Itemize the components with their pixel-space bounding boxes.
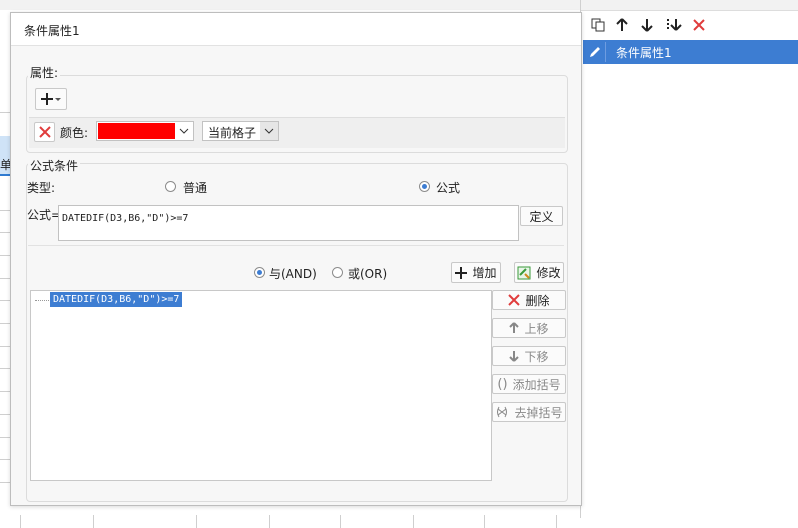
and-radio[interactable]: [254, 267, 265, 278]
delete-icon[interactable]: [690, 16, 708, 34]
delete-condition-button[interactable]: 删除: [492, 290, 566, 310]
bracket-icon: (): [497, 376, 508, 392]
type-label: 类型:: [27, 181, 56, 195]
remove-bracket-button[interactable]: 去掉括号: [492, 402, 566, 422]
condition-list-item-text: DATEDIF(D3,B6,"D")>=7: [53, 294, 180, 305]
type-formula-radio[interactable]: [419, 181, 430, 192]
condition-panel: 条件属性1: [580, 0, 798, 518]
remove-bracket-icon: [497, 406, 508, 418]
move-down-label: 下移: [524, 349, 549, 364]
arrow-down-icon[interactable]: [638, 16, 656, 34]
arrow-up-icon: [509, 322, 520, 333]
tree-connector: [35, 300, 49, 302]
scope-select-value: 当前格子: [208, 126, 257, 140]
dialog-title-bar: 条件属性1: [11, 13, 581, 46]
add-condition-label: 增加: [472, 266, 497, 280]
type-normal-radio[interactable]: [165, 181, 176, 192]
chevron-down-icon: [175, 122, 193, 140]
plus-icon: [455, 266, 468, 279]
formula-input-value: DATEDIF(D3,B6,"D")>=7: [62, 213, 189, 224]
add-bracket-label: 添加括号: [512, 377, 561, 392]
chevron-down-icon: [260, 122, 278, 140]
pencil-icon: [585, 42, 606, 62]
type-normal-label: 普通: [183, 181, 208, 195]
type-formula-label: 公式: [436, 181, 461, 195]
move-up-label: 上移: [524, 321, 549, 336]
edit-refresh-icon: [517, 266, 531, 279]
divider: [28, 245, 564, 246]
move-to-bottom-icon[interactable]: [665, 16, 683, 34]
formula-label: 公式=: [27, 208, 62, 222]
delete-condition-label: 删除: [525, 293, 550, 308]
condition-item-label: 条件属性1: [616, 46, 672, 60]
move-up-button[interactable]: 上移: [492, 318, 566, 338]
arrow-up-icon[interactable]: [613, 16, 631, 34]
dialog-title: 条件属性1: [24, 24, 80, 38]
attribute-group-label: 属性:: [28, 64, 61, 81]
scope-select[interactable]: 当前格子: [202, 121, 279, 141]
define-button-label: 定义: [529, 209, 554, 224]
condition-toolbar: [581, 12, 798, 38]
condition-list-item[interactable]: DATEDIF(D3,B6,"D")>=7: [50, 292, 183, 307]
condition-list-item[interactable]: 条件属性1: [583, 40, 798, 64]
define-button[interactable]: 定义: [520, 206, 563, 226]
arrow-down-icon: [509, 351, 520, 362]
or-label: 或(OR): [348, 267, 388, 281]
plus-dropdown-icon: [41, 93, 61, 105]
move-down-button[interactable]: 下移: [492, 346, 566, 366]
close-icon: [508, 294, 521, 306]
color-picker[interactable]: [96, 121, 194, 141]
add-bracket-button[interactable]: () 添加括号: [492, 374, 566, 394]
and-label: 与(AND): [269, 267, 317, 281]
condition-attribute-dialog: 条件属性1 属性: 颜色: 当前格子 公式条件 类型: 普通 公式 公式= DA…: [10, 12, 582, 506]
remove-attribute-button[interactable]: [34, 122, 55, 142]
modify-condition-button[interactable]: 修改: [514, 262, 564, 283]
formula-condition-label: 公式条件: [28, 157, 81, 174]
remove-bracket-label: 去掉括号: [514, 405, 563, 420]
formula-input[interactable]: DATEDIF(D3,B6,"D")>=7: [58, 205, 519, 241]
add-attribute-button[interactable]: [35, 88, 67, 110]
or-radio[interactable]: [332, 267, 343, 278]
add-condition-button[interactable]: 增加: [451, 262, 501, 283]
color-label: 颜色:: [60, 126, 89, 140]
color-swatch: [98, 123, 175, 139]
copy-icon[interactable]: [589, 16, 607, 34]
modify-condition-label: 修改: [536, 266, 561, 280]
close-icon: [38, 126, 51, 138]
panel-header-strip: [581, 0, 798, 11]
condition-list[interactable]: DATEDIF(D3,B6,"D")>=7: [30, 290, 492, 481]
